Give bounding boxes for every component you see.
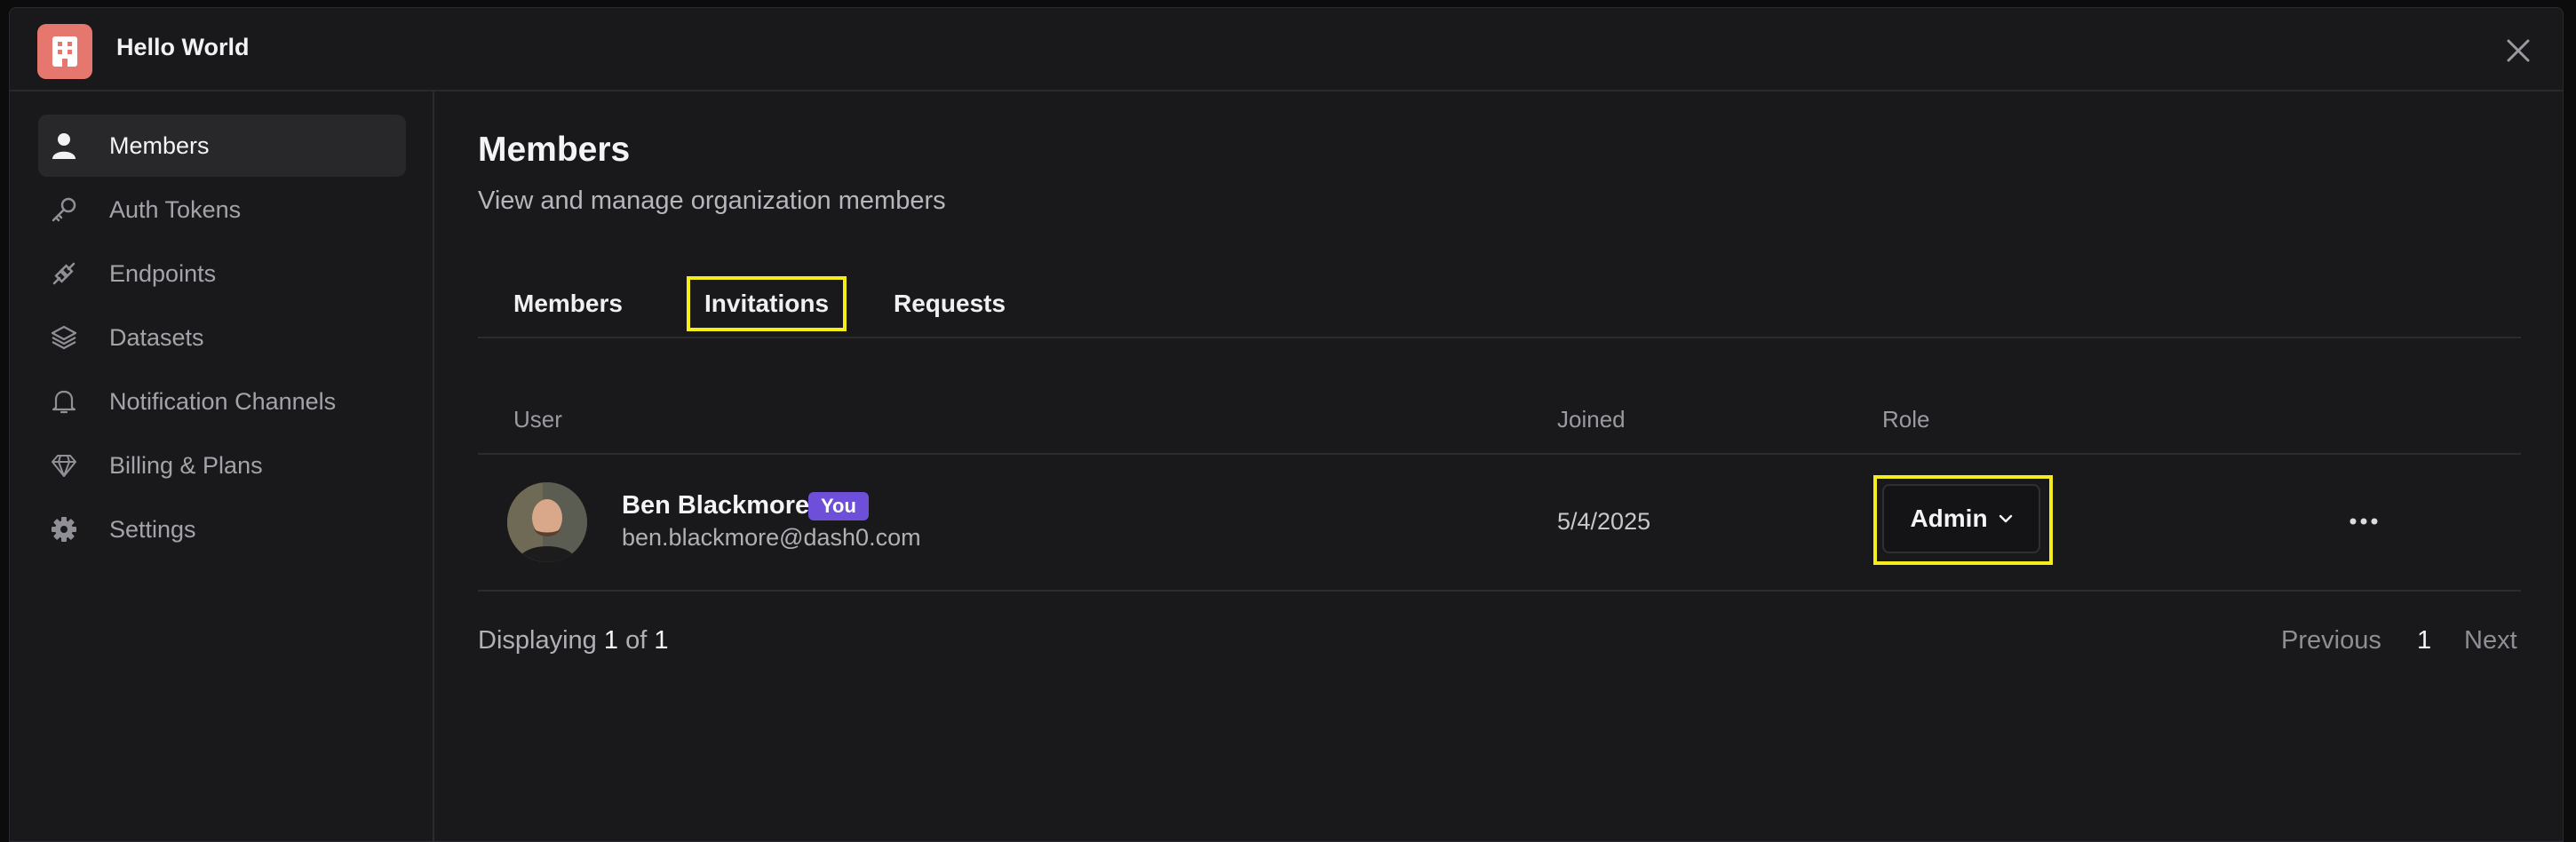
row-actions-button[interactable] bbox=[2344, 505, 2383, 537]
displaying-of: of bbox=[625, 626, 648, 655]
building-icon bbox=[52, 36, 77, 67]
sidebar-item-billing-plans[interactable]: Billing & Plans bbox=[38, 434, 406, 496]
role-dropdown[interactable]: Admin bbox=[1882, 484, 2040, 553]
you-badge: You bbox=[808, 492, 869, 520]
page-title: Members bbox=[478, 131, 631, 169]
previous-page-button[interactable]: Previous bbox=[2281, 626, 2381, 655]
sidebar-item-label: Settings bbox=[109, 515, 196, 543]
pagination-summary: Displaying 1 of 1 bbox=[478, 626, 668, 655]
settings-modal: Hello World Members Auth Tokens Endpoint… bbox=[9, 7, 2564, 842]
close-icon bbox=[2507, 39, 2530, 62]
member-name: Ben Blackmore bbox=[622, 491, 810, 520]
tab-bar: Members Invitations Requests bbox=[478, 267, 2521, 338]
plug-icon bbox=[51, 260, 77, 287]
column-header-user: User bbox=[513, 406, 562, 433]
displaying-current: 1 bbox=[603, 626, 618, 655]
joined-date: 5/4/2025 bbox=[1557, 508, 1651, 535]
tab-invitations[interactable]: Invitations bbox=[687, 276, 847, 331]
key-icon bbox=[51, 196, 77, 223]
tab-requests[interactable]: Requests bbox=[879, 276, 1020, 331]
org-avatar bbox=[37, 24, 92, 79]
sidebar-item-label: Notification Channels bbox=[109, 387, 337, 415]
displaying-label: Displaying bbox=[478, 626, 597, 655]
org-name: Hello World bbox=[116, 34, 250, 60]
tab-members[interactable]: Members bbox=[499, 276, 637, 331]
sidebar-item-datasets[interactable]: Datasets bbox=[38, 306, 406, 369]
page-subtitle: View and manage organization members bbox=[478, 187, 946, 215]
sidebar: Members Auth Tokens Endpoints Datasets N… bbox=[10, 91, 434, 841]
next-page-button[interactable]: Next bbox=[2464, 626, 2517, 655]
chevron-down-icon bbox=[1999, 514, 2012, 523]
sidebar-item-members[interactable]: Members bbox=[38, 115, 406, 177]
close-button[interactable] bbox=[2504, 36, 2532, 65]
displaying-total: 1 bbox=[654, 626, 669, 655]
sidebar-item-label: Members bbox=[109, 131, 210, 159]
more-horizontal-icon bbox=[2349, 518, 2378, 525]
sidebar-item-endpoints[interactable]: Endpoints bbox=[38, 242, 406, 305]
sidebar-item-label: Datasets bbox=[109, 323, 204, 351]
role-value: Admin bbox=[1910, 504, 1988, 532]
column-header-role: Role bbox=[1882, 406, 1930, 433]
diamond-icon bbox=[51, 452, 77, 479]
gear-icon bbox=[51, 516, 77, 543]
sidebar-item-label: Auth Tokens bbox=[109, 195, 242, 223]
page-number-button[interactable]: 1 bbox=[2417, 626, 2431, 655]
layers-icon bbox=[51, 324, 77, 351]
sidebar-item-settings[interactable]: Settings bbox=[38, 498, 406, 560]
avatar bbox=[507, 482, 587, 562]
modal-header: Hello World bbox=[10, 8, 2563, 91]
table-divider bbox=[478, 453, 2521, 455]
sidebar-item-auth-tokens[interactable]: Auth Tokens bbox=[38, 179, 406, 241]
sidebar-item-notification-channels[interactable]: Notification Channels bbox=[38, 370, 406, 433]
member-email: ben.blackmore@dash0.com bbox=[622, 524, 921, 551]
main-content: Members View and manage organization mem… bbox=[434, 91, 2563, 841]
sidebar-item-label: Billing & Plans bbox=[109, 451, 263, 479]
person-icon bbox=[51, 132, 77, 159]
column-header-joined: Joined bbox=[1557, 406, 1626, 433]
table-divider bbox=[478, 590, 2521, 592]
sidebar-item-label: Endpoints bbox=[109, 259, 217, 287]
bell-icon bbox=[51, 388, 77, 415]
